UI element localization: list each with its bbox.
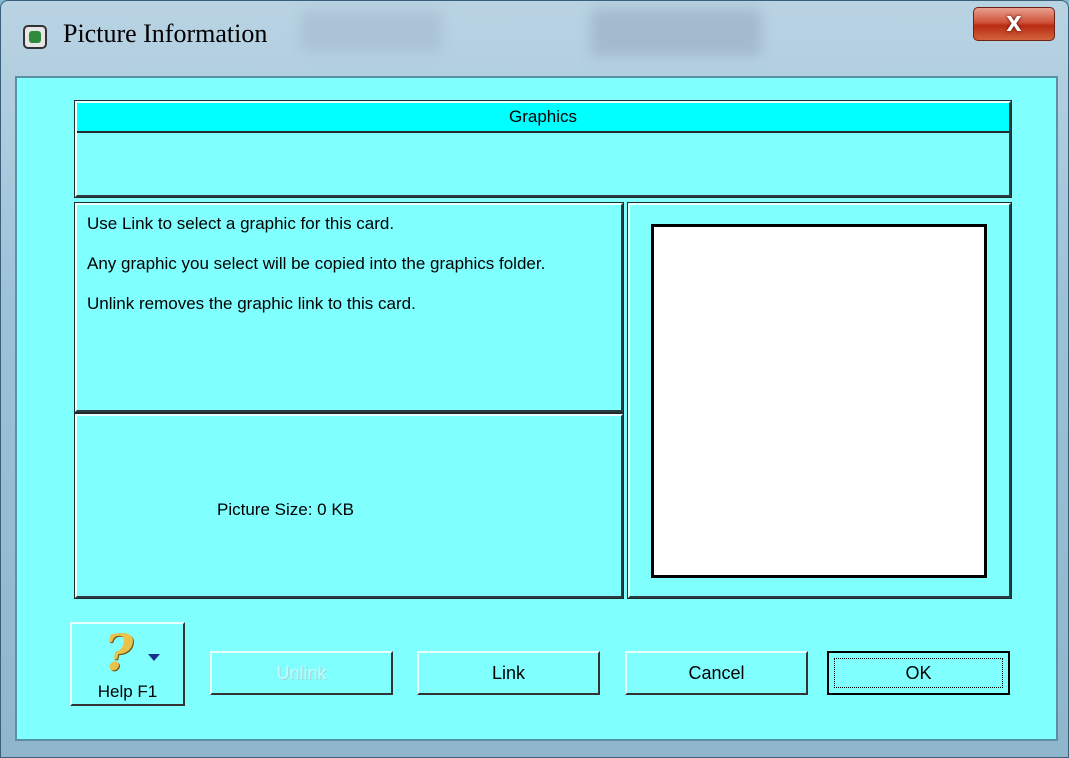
picture-preview-panel (627, 202, 1012, 599)
instruction-unlink: Unlink removes the graphic link to this … (87, 294, 416, 313)
instruction-copy: Any graphic you select will be copied in… (87, 254, 546, 273)
ok-label: OK (905, 662, 932, 683)
graphics-header: Graphics (77, 103, 1009, 133)
ok-button[interactable]: OK (827, 651, 1010, 695)
picture-size-label: Picture Size: 0 KB (217, 500, 355, 519)
link-button[interactable]: Link (417, 651, 600, 695)
picture-preview (651, 224, 987, 578)
unlink-label: Unlink (276, 662, 327, 683)
graphics-panel: Graphics (74, 100, 1012, 198)
title-bar[interactable]: Picture Information X (1, 1, 1068, 75)
picture-icon[interactable] (23, 25, 47, 49)
cancel-button[interactable]: Cancel (625, 651, 808, 695)
question-mark-icon: ? (104, 623, 134, 682)
window-title: Picture Information (63, 19, 268, 48)
background-blur (301, 11, 441, 51)
picture-information-window: Picture Information X Graphics Use Link … (0, 0, 1069, 758)
dialog-client-area: Graphics Use Link to select a graphic fo… (15, 76, 1058, 741)
picture-size-panel: Picture Size: 0 KB (74, 413, 624, 599)
instructions-panel: Use Link to select a graphic for this ca… (74, 202, 624, 413)
instruction-link: Use Link to select a graphic for this ca… (87, 214, 395, 233)
help-label: Help F1 (97, 682, 158, 701)
link-label: Link (491, 662, 526, 683)
cancel-label: Cancel (688, 662, 745, 683)
unlink-button[interactable]: Unlink (210, 651, 393, 695)
background-blur (591, 9, 761, 55)
help-button[interactable]: ? Help F1 (70, 622, 185, 706)
dropdown-arrow-icon (148, 654, 160, 661)
close-button[interactable]: X (973, 7, 1055, 41)
